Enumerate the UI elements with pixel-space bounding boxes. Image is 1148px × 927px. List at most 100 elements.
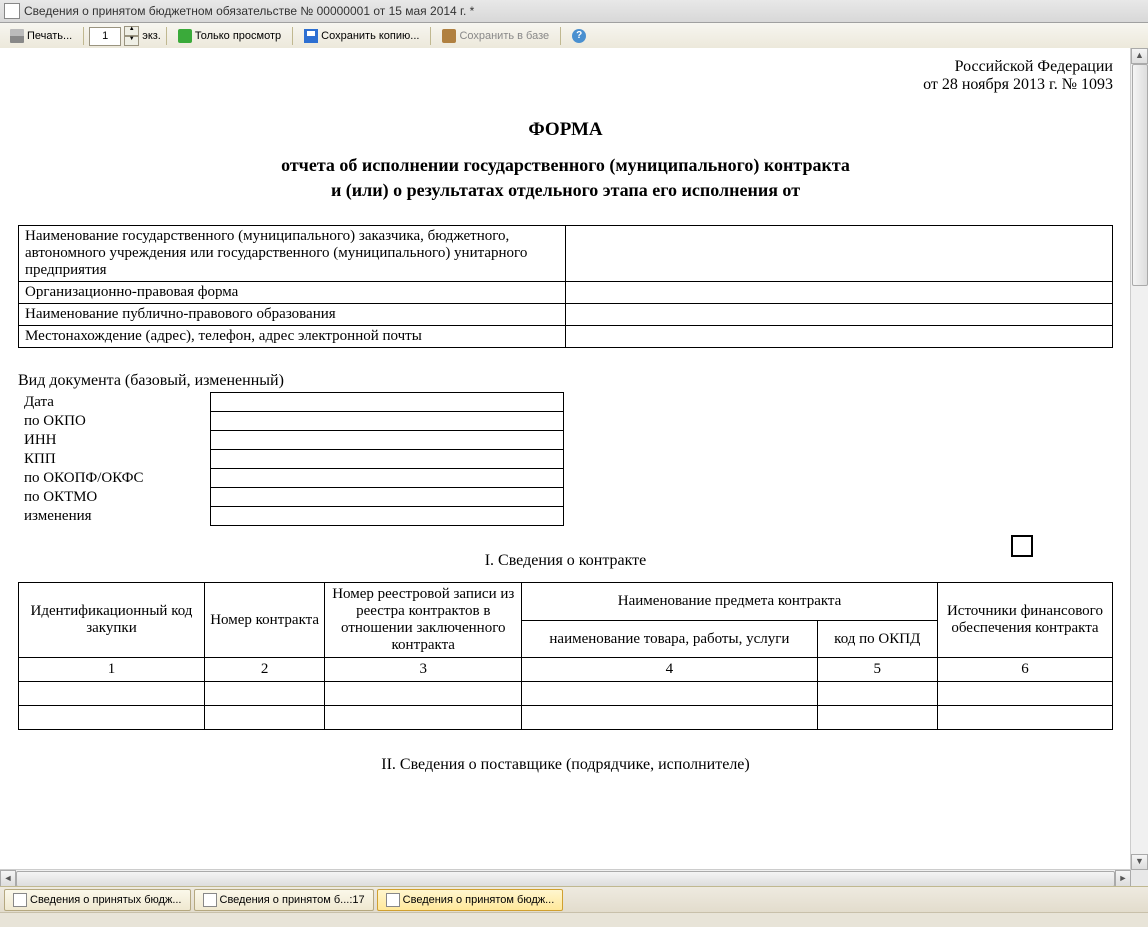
colnum-5: 5: [817, 658, 937, 682]
customer-info-table: Наименование государственного (муниципал…: [18, 225, 1113, 348]
okopf-value: [211, 469, 564, 488]
customer-name-label: Наименование государственного (муниципал…: [19, 226, 566, 282]
scroll-right-button[interactable]: ►: [1115, 870, 1131, 887]
save-db-label: Сохранить в базе: [459, 30, 549, 42]
inn-value: [211, 431, 564, 450]
scroll-thumb[interactable]: [1132, 64, 1148, 286]
save-db-button[interactable]: Сохранить в базе: [436, 26, 555, 46]
document-icon: [203, 893, 217, 907]
org-form-value: [566, 282, 1113, 304]
document-page: Российской Федерации от 28 ноября 2013 г…: [0, 48, 1131, 816]
scroll-up-button[interactable]: ▲: [1131, 48, 1148, 64]
colnum-3: 3: [325, 658, 522, 682]
content-area: Российской Федерации от 28 ноября 2013 г…: [0, 48, 1148, 887]
public-entity-value: [566, 304, 1113, 326]
contract-info-table: Идентификационный код закупки Номер конт…: [18, 582, 1113, 730]
org-form-label: Организационно-правовая форма: [19, 282, 566, 304]
window-tab-2[interactable]: Сведения о принятом б...:17: [194, 889, 374, 911]
tab-label: Сведения о принятом бюдж...: [403, 894, 555, 906]
view-icon: [178, 29, 192, 43]
separator: [83, 27, 84, 45]
oktmo-value: [211, 488, 564, 507]
colnum-2: 2: [204, 658, 324, 682]
codes-table: Дата по ОКПО ИНН КПП по ОКОПФ/ОКФС по ОК…: [18, 392, 564, 526]
form-sub-line2: и (или) о результатах отдельного этапа е…: [18, 178, 1113, 203]
scroll-corner: [1131, 870, 1148, 887]
copies-up-button[interactable]: ▲: [124, 26, 139, 36]
table-row: [19, 682, 1113, 706]
col-okpd: код по ОКПД: [817, 620, 937, 658]
col-registry-num: Номер реестровой записи из реестра контр…: [325, 583, 522, 658]
scroll-left-button[interactable]: ◄: [0, 870, 16, 887]
print-label: Печать...: [27, 30, 72, 42]
colnum-6: 6: [937, 658, 1112, 682]
kpp-label: КПП: [18, 450, 211, 469]
scroll-thumb[interactable]: [16, 871, 1115, 887]
date-value: [211, 393, 564, 412]
separator: [430, 27, 431, 45]
window-tab-1[interactable]: Сведения о принятых бюдж...: [4, 889, 191, 911]
vertical-scrollbar[interactable]: ▲ ▼: [1130, 48, 1148, 870]
tab-label: Сведения о принятых бюдж...: [30, 894, 182, 906]
col-subject: Наименование предмета контракта: [522, 583, 938, 621]
kpp-value: [211, 450, 564, 469]
window-titlebar: Сведения о принятом бюджетном обязательс…: [0, 0, 1148, 23]
document-icon: [386, 893, 400, 907]
form-sub-line1: отчета об исполнении государственного (м…: [18, 153, 1113, 178]
col-contract-num: Номер контракта: [204, 583, 324, 658]
print-icon: [10, 29, 24, 43]
window-tabs-bar: Сведения о принятых бюдж... Сведения о п…: [0, 886, 1148, 913]
izm-value: [211, 507, 564, 526]
document-icon: [4, 3, 20, 19]
horizontal-scrollbar[interactable]: ◄ ►: [0, 869, 1131, 887]
okpo-value: [211, 412, 564, 431]
date-label: Дата: [18, 393, 211, 412]
section-1-header: I. Сведения о контракте: [18, 552, 1113, 570]
address-label: Местонахождение (адрес), телефон, адрес …: [19, 326, 566, 348]
col-goods-name: наименование товара, работы, услуги: [522, 620, 817, 658]
section-2-header: II. Сведения о поставщике (подрядчике, и…: [18, 756, 1113, 774]
document-scroll[interactable]: Российской Федерации от 28 ноября 2013 г…: [0, 48, 1131, 870]
help-icon: ?: [572, 29, 586, 43]
copies-input[interactable]: [89, 27, 121, 46]
document-icon: [13, 893, 27, 907]
status-bar: [0, 912, 1148, 927]
print-button[interactable]: Печать...: [4, 26, 78, 46]
view-only-label: Только просмотр: [195, 30, 281, 42]
save-copy-label: Сохранить копию...: [321, 30, 419, 42]
save-copy-button[interactable]: Сохранить копию...: [298, 26, 425, 46]
separator: [166, 27, 167, 45]
izm-label: изменения: [18, 507, 211, 526]
help-button[interactable]: ?: [566, 26, 592, 46]
col-id-code: Идентификационный код закупки: [19, 583, 205, 658]
copies-down-button[interactable]: ▼: [124, 36, 139, 46]
separator: [292, 27, 293, 45]
scroll-down-button[interactable]: ▼: [1131, 854, 1148, 870]
copies-suffix: экз.: [142, 30, 161, 42]
window-title: Сведения о принятом бюджетном обязательс…: [24, 4, 474, 18]
form-title: ФОРМА: [18, 119, 1113, 141]
toolbar: Печать... ▲ ▼ экз. Только просмотр Сохра…: [0, 23, 1148, 50]
checkbox-marker: [1011, 535, 1033, 557]
address-value: [566, 326, 1113, 348]
window-tab-3[interactable]: Сведения о принятом бюдж...: [377, 889, 564, 911]
inn-label: ИНН: [18, 431, 211, 450]
table-row: [19, 706, 1113, 730]
db-icon: [442, 29, 456, 43]
tab-label: Сведения о принятом б...:17: [220, 894, 365, 906]
save-icon: [304, 29, 318, 43]
oktmo-label: по ОКТМО: [18, 488, 211, 507]
colnum-4: 4: [522, 658, 817, 682]
doc-type-label: Вид документа (базовый, измененный): [18, 372, 1113, 390]
form-subtitle: отчета об исполнении государственного (м…: [18, 153, 1113, 203]
okpo-label: по ОКПО: [18, 412, 211, 431]
public-entity-label: Наименование публично-правового образова…: [19, 304, 566, 326]
header-line1: Российской Федерации: [18, 58, 1113, 76]
header-line2: от 28 ноября 2013 г. № 1093: [18, 76, 1113, 94]
customer-name-value: [566, 226, 1113, 282]
header-right: Российской Федерации от 28 ноября 2013 г…: [18, 58, 1113, 94]
view-only-button[interactable]: Только просмотр: [172, 26, 287, 46]
colnum-1: 1: [19, 658, 205, 682]
separator: [560, 27, 561, 45]
okopf-label: по ОКОПФ/ОКФС: [18, 469, 211, 488]
